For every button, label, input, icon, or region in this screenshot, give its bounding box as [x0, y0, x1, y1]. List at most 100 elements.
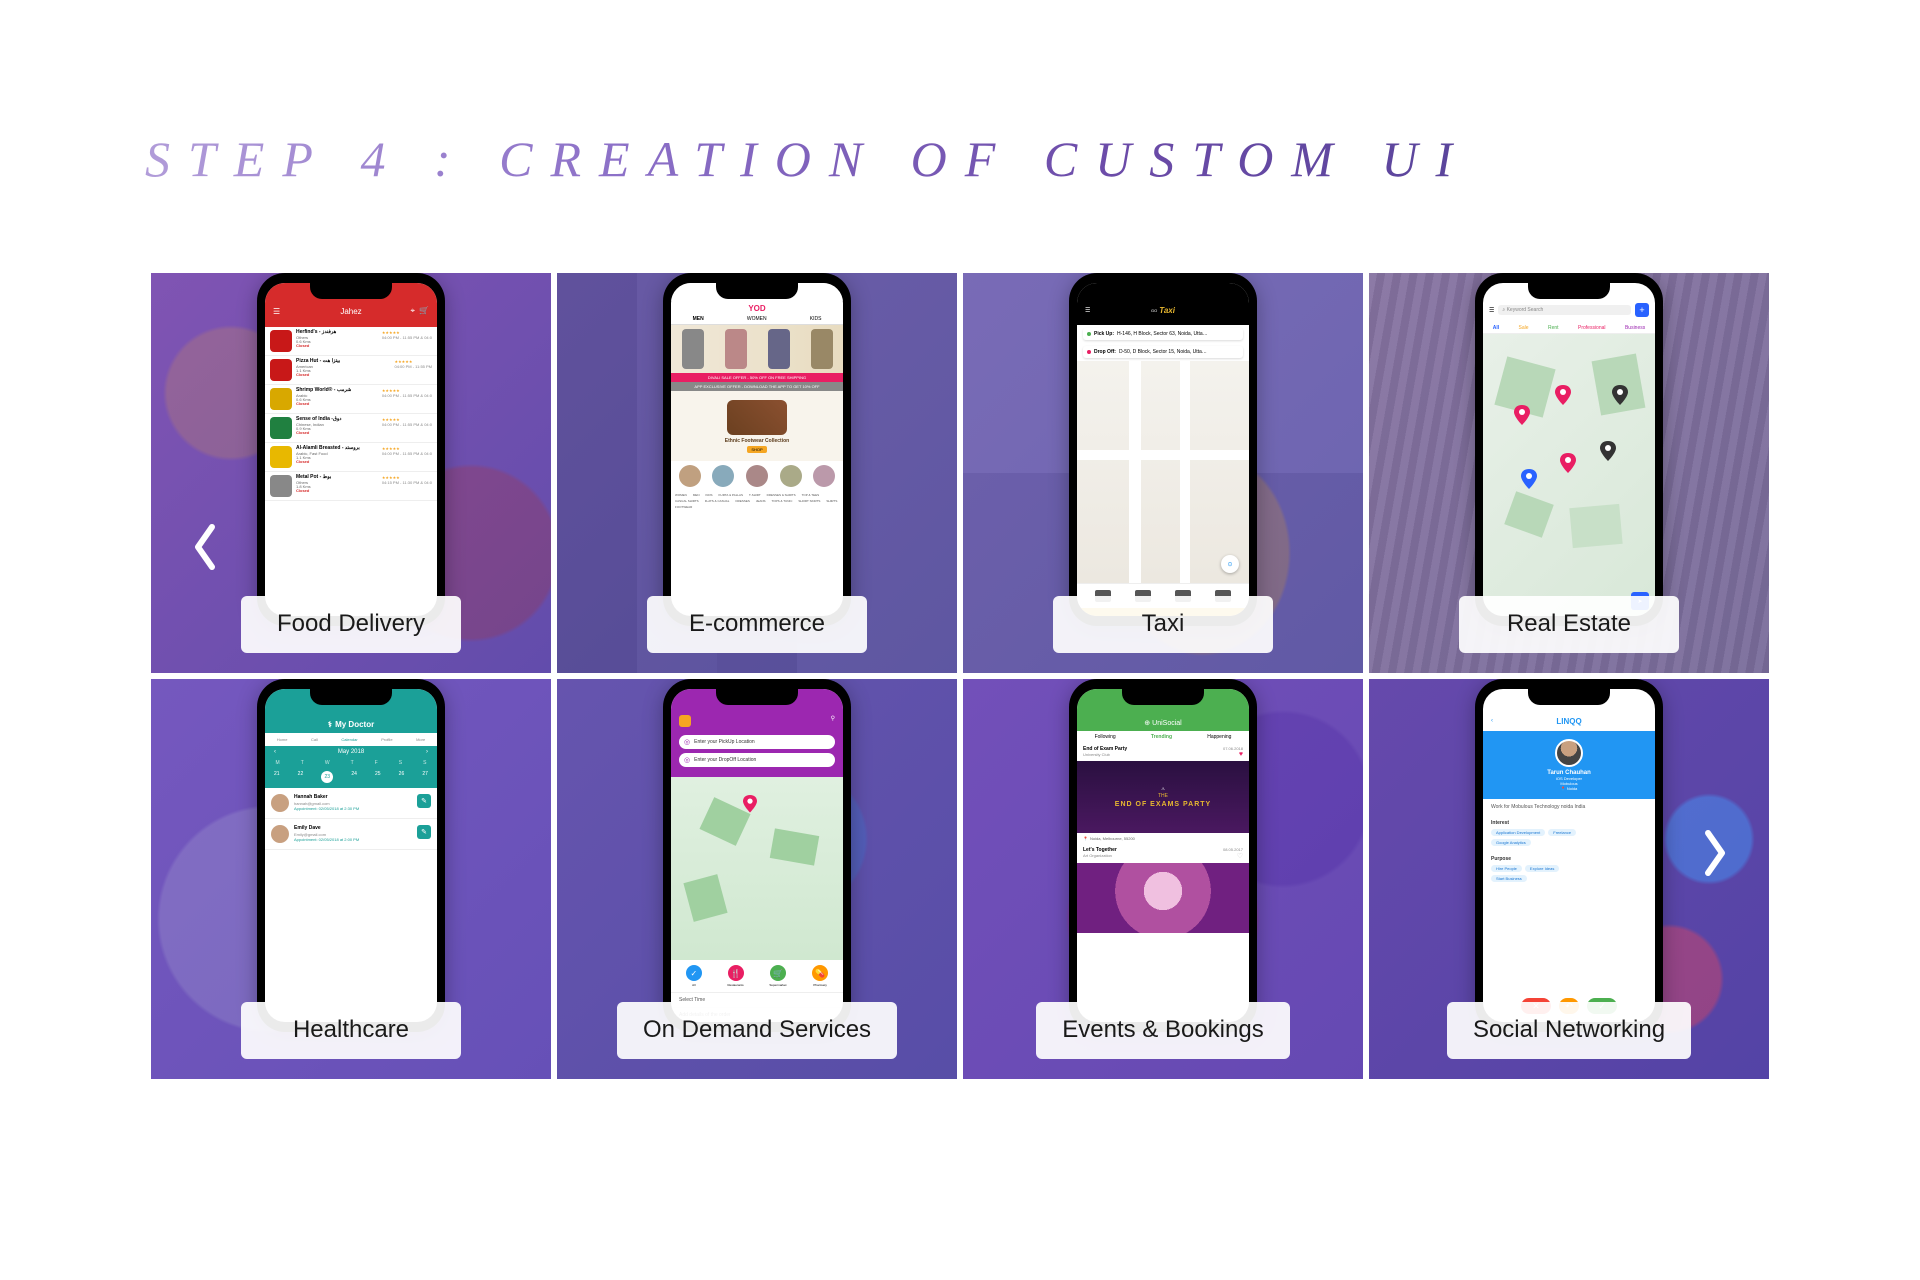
next-arrow[interactable]: [1695, 823, 1735, 883]
map-view: ⊙: [1077, 361, 1249, 583]
banner-line2: END OF EXAMS PARTY: [1115, 801, 1211, 808]
app-header: ☰ GOTaxi: [1077, 295, 1249, 325]
globe-icon: ⊕: [1144, 719, 1150, 727]
brand-logo: [679, 715, 691, 727]
app-header: ⊕UniSocial: [1077, 701, 1249, 731]
map-pin-icon: [1514, 405, 1530, 425]
event-venue: University Club: [1083, 752, 1127, 757]
add-button: +: [1635, 303, 1649, 317]
feature-card: Ethnic Footwear Collection SHOP: [671, 391, 843, 461]
card-label: Healthcare: [241, 1002, 461, 1059]
category-links: WOMENMENKIDSKURTA & PALLAST-SHIRTDRESSES…: [671, 491, 843, 511]
brand-name: Taxi: [1159, 306, 1175, 315]
event-photo: [1077, 863, 1249, 933]
tab-professional: Professional: [1578, 325, 1606, 331]
pickup-value: H-146, H Block, Sector 63, Noida, Utta…: [1117, 331, 1208, 337]
card-ecommerce: YOD MENWOMENKIDS DIVALI SALE OFFER - 50%…: [557, 273, 957, 673]
map-pin-icon: [1555, 385, 1571, 405]
add-icon: +: [273, 729, 280, 743]
pickup-field: Pick Up: H-146, H Block, Sector 63, Noid…: [1083, 328, 1243, 340]
category-circles: [671, 461, 843, 491]
card-label: Events & Bookings: [1036, 1002, 1289, 1059]
map-view: [671, 777, 843, 960]
dropoff-field: Drop Off: D-50, D Block, Sector 15, Noid…: [1083, 346, 1243, 358]
menu-icon: ☰: [1489, 307, 1494, 314]
work-section: Work for Mobulous Technology noida India: [1483, 799, 1655, 815]
card-label: Real Estate: [1459, 596, 1679, 653]
section-title: Purpose: [1491, 856, 1647, 862]
interest-section: Interest Application DevelopmentFreelanc…: [1483, 815, 1655, 851]
phone-mockup: ⊕UniSocial Following Trending Happening …: [1069, 679, 1257, 1032]
phone-mockup: ‹ LINQQ Tarun Chauhan iOS Developer Mobu…: [1475, 679, 1663, 1032]
menu-icon: ☰: [1085, 307, 1090, 314]
map-pin-icon: [743, 795, 757, 813]
card-ondemand: ⚲ ◎Enter your PickUp Location ◎Enter you…: [557, 679, 957, 1079]
event-date: 08.05.2017: [1223, 847, 1243, 852]
card-taxi: ☰ GOTaxi Pick Up: H-146, H Block, Sector…: [963, 273, 1363, 673]
page-title: STEP 4 : CREATION OF CUSTOM UI: [145, 130, 1775, 188]
feature-title: Ethnic Footwear Collection: [725, 438, 789, 444]
map-pin-icon: [1521, 469, 1537, 489]
date-row: 21222324252627: [265, 768, 437, 788]
dropoff-value: D-50, D Block, Sector 15, Noida, Utta…: [1119, 349, 1207, 355]
phone-mockup: ⚕My Doctor + HomeCallCalendarProfileMore…: [257, 679, 445, 1032]
search-header: ☰ ⌕ Keyword Search +: [1483, 297, 1655, 323]
nav-tabs: HomeCallCalendarProfileMore: [265, 733, 437, 746]
filter-icon: ⚲: [831, 715, 835, 722]
phone-mockup: ☰ Jahez ⌖🛒 Herfind's - هرفندزOthers0.6 K…: [257, 273, 445, 626]
profile-card: Tarun Chauhan iOS Developer Mobulous 📍 N…: [1483, 731, 1655, 799]
stethoscope-icon: ⚕: [328, 720, 332, 729]
brand-prefix: GO: [1151, 308, 1157, 313]
card-label: Food Delivery: [241, 596, 461, 653]
chevron-right-icon: ›: [420, 749, 434, 755]
locate-icon: ⊙: [1221, 555, 1239, 573]
pin-icon: 📍: [1083, 836, 1088, 841]
map-pin-icon: [1600, 441, 1616, 461]
weekday-row: MTWTFSS: [265, 758, 437, 768]
sale-banner: DIVALI SALE OFFER - 50% OFF ON FREE SHIP…: [671, 373, 843, 382]
avatar: [1555, 739, 1583, 767]
app-header: ☰ Jahez ⌖🛒: [265, 295, 437, 327]
dropoff-label: Drop Off:: [1094, 349, 1116, 355]
month-label: May 2018: [338, 749, 364, 755]
purpose-section: Purpose Hire PeopleExplore Ideas Start B…: [1483, 851, 1655, 887]
pickup-label: Pick Up:: [1094, 331, 1114, 337]
heart-icon: ♥: [1239, 751, 1243, 758]
map-pin-icon: [1560, 453, 1576, 473]
brand-logo: LINQQ: [1556, 717, 1581, 726]
user-location: Noida: [1567, 786, 1577, 791]
card-label: Taxi: [1053, 596, 1273, 653]
card-grid: ☰ Jahez ⌖🛒 Herfind's - هرفندزOthers0.6 K…: [151, 273, 1769, 1079]
tab-all: All: [1493, 325, 1499, 331]
category-row: ✓All🍴Restaurants🛒Supermarket💊Pharmacy: [671, 960, 843, 992]
tab-trending: Trending: [1151, 734, 1172, 740]
tab-business: Business: [1625, 325, 1645, 331]
appointment-list: Hannah Bakerhannah@gmail.comAppointment:…: [265, 788, 437, 850]
chevron-left-icon: ‹: [268, 749, 282, 755]
hero-banner: [671, 325, 843, 373]
section-title: Interest: [1491, 820, 1647, 826]
shop-button: SHOP: [747, 446, 766, 453]
phone-mockup: ☰ ⌕ Keyword Search + All Sale Rent Profe…: [1475, 273, 1663, 626]
location-icon: ⌖: [411, 306, 416, 316]
promo-banner: APP EXCLUSIVE OFFER - DOWNLOAD THE APP T…: [671, 382, 843, 391]
prev-arrow[interactable]: [185, 517, 225, 577]
tab-sale: Sale: [1519, 325, 1529, 331]
search-input: ⌕ Keyword Search: [1498, 305, 1631, 315]
brand-logo: YOD: [671, 301, 843, 316]
card-label: Social Networking: [1447, 1002, 1691, 1059]
cart-icon: 🛒: [419, 306, 429, 316]
phone-mockup: YOD MENWOMENKIDS DIVALI SALE OFFER - 50%…: [663, 273, 851, 626]
target-icon: ◎: [684, 738, 690, 746]
calendar-header: ‹ May 2018 ›: [265, 746, 437, 758]
chevron-left-icon: [190, 522, 220, 572]
card-label: On Demand Services: [617, 1002, 897, 1059]
app-header: ⚕My Doctor: [265, 701, 437, 733]
app-header: ⚲: [671, 701, 843, 731]
card-healthcare: ⚕My Doctor + HomeCallCalendarProfileMore…: [151, 679, 551, 1079]
brand-name: Jahez: [340, 307, 361, 316]
category-tabs: MENWOMENKIDS: [671, 316, 843, 325]
carousel: ☰ Jahez ⌖🛒 Herfind's - هرفندزOthers0.6 K…: [145, 273, 1775, 1079]
card-events: ⊕UniSocial Following Trending Happening …: [963, 679, 1363, 1079]
dropoff-dot-icon: [1087, 350, 1091, 354]
